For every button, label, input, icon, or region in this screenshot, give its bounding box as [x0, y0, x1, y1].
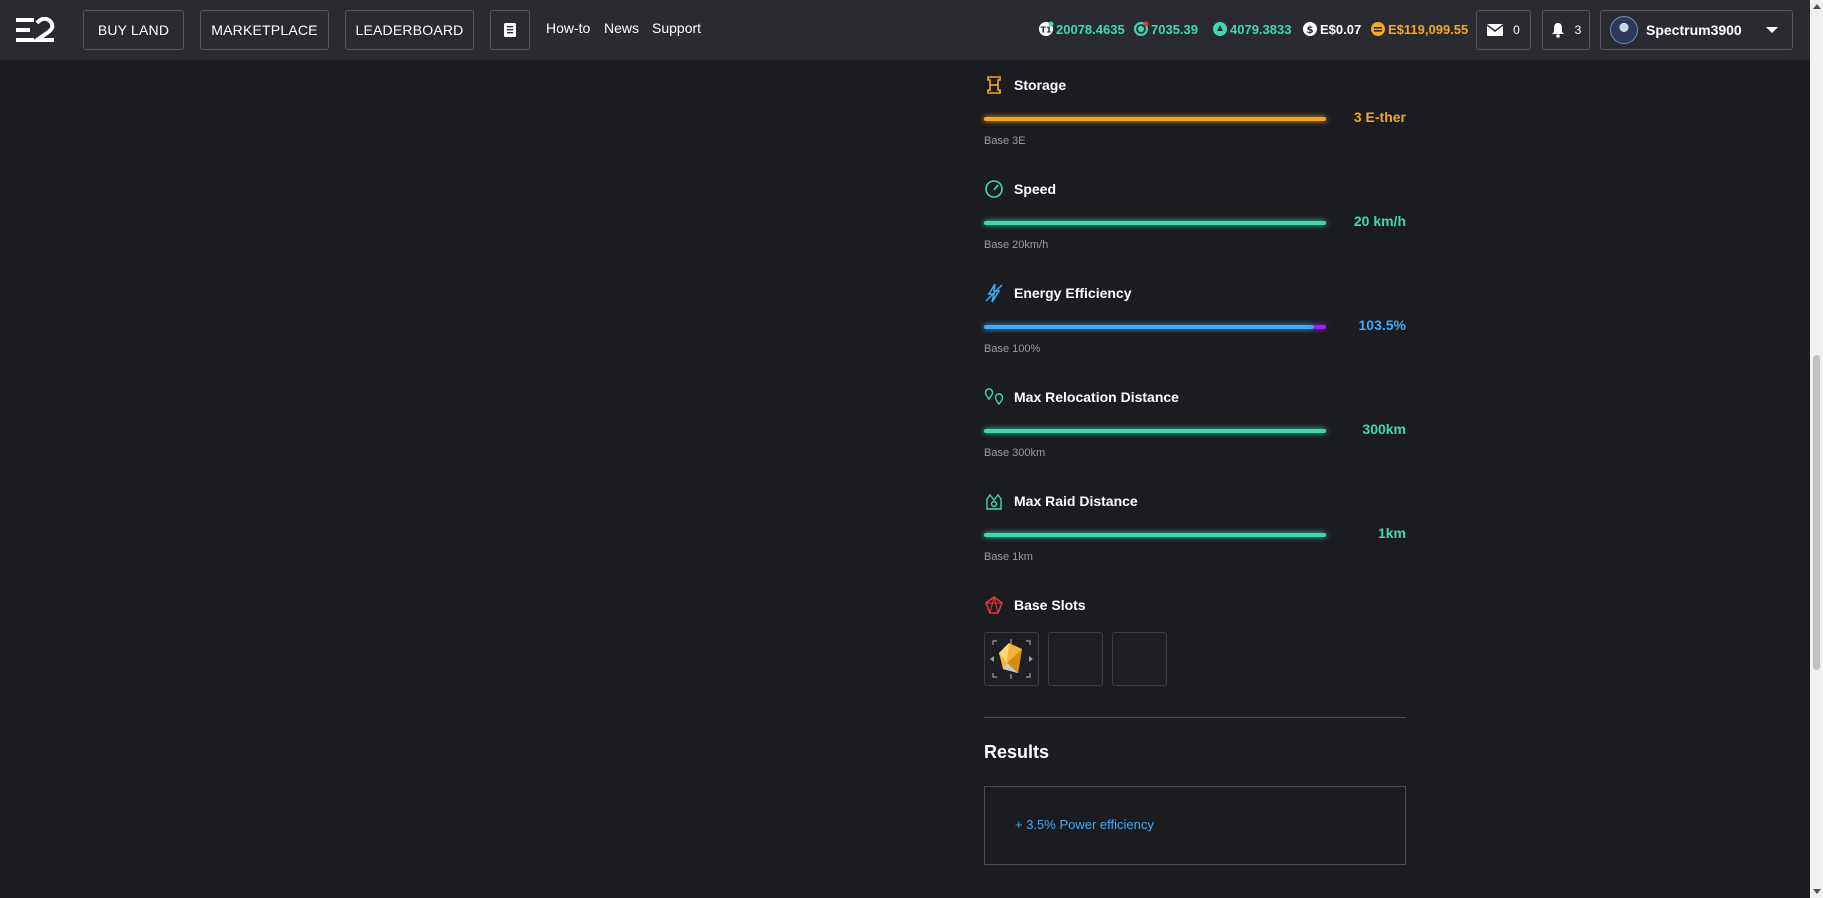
base-slot-2[interactable] — [1048, 632, 1103, 686]
location-pins-icon — [984, 388, 1004, 406]
dollar-icon: $ — [1303, 22, 1317, 36]
stat-storage: Storage 3 E-ther Base 3E — [984, 75, 1406, 155]
stat-value: 300km — [1362, 421, 1406, 437]
notifications-count: 3 — [1574, 23, 1582, 37]
stat-base: Base 100% — [984, 343, 1041, 355]
howto-link[interactable]: How-to — [546, 20, 590, 36]
essence-icon — [1134, 21, 1149, 36]
avatar — [1610, 16, 1638, 44]
stat-value: 1km — [1377, 525, 1406, 541]
crystal-item-icon — [990, 639, 1033, 679]
leaderboard-button[interactable]: LEADERBOARD — [345, 10, 474, 50]
stat-base: Base 300km — [984, 447, 1046, 459]
stat-value: 3 E-ther — [1353, 109, 1406, 125]
balance-essence-value: 7035.39 — [1151, 21, 1198, 37]
bell-icon — [1551, 23, 1564, 38]
scroll-thumb[interactable] — [1813, 355, 1820, 670]
stat-bar-fill — [984, 221, 1326, 225]
stat-base: Base 1km — [984, 551, 1033, 563]
balance-coins-value: E$119,099.55 — [1388, 21, 1469, 37]
base-slots-title: Base Slots — [1014, 597, 1086, 613]
chevron-down-icon — [1766, 27, 1778, 33]
balance-essence[interactable]: 7035.39 — [1133, 21, 1198, 37]
base-slot-3[interactable] — [1112, 632, 1167, 686]
storage-icon — [987, 76, 1001, 94]
news-link[interactable]: News — [604, 20, 639, 36]
stat-bar — [984, 429, 1326, 433]
username: Spectrum3900 — [1646, 22, 1742, 38]
mail-icon — [1487, 24, 1504, 36]
gem-icon — [985, 596, 1003, 614]
stat-title: Max Raid Distance — [1014, 493, 1138, 509]
balance-ether[interactable]: 4079.3833 — [1212, 21, 1291, 37]
balance-tiles-value: 20078.4635 — [1056, 21, 1125, 37]
speedometer-icon — [985, 180, 1003, 198]
section-divider — [984, 717, 1406, 718]
stat-energy-efficiency: Energy Efficiency 103.5% Base 100% — [984, 283, 1406, 363]
svg-text:$: $ — [1307, 25, 1314, 36]
user-menu[interactable]: Spectrum3900 — [1600, 10, 1793, 50]
stat-bar — [984, 221, 1326, 225]
result-item: + 3.5% Power efficiency — [1015, 817, 1154, 832]
top-navigation-bar: BUY LAND MARKETPLACE LEADERBOARD How-to … — [0, 0, 1810, 60]
support-link[interactable]: Support — [652, 20, 701, 36]
stat-max-relocation-distance: Max Relocation Distance 300km Base 300km — [984, 387, 1406, 467]
results-box: + 3.5% Power efficiency — [984, 786, 1406, 865]
stat-bar-bonus — [1314, 325, 1326, 329]
raid-icon — [986, 493, 1002, 510]
balance-ether-value: 4079.3833 — [1230, 21, 1292, 37]
balance-coins[interactable]: E$119,099.55 — [1370, 21, 1468, 37]
stat-title: Max Relocation Distance — [1014, 389, 1179, 405]
stat-title: Storage — [1014, 77, 1067, 93]
stat-bar — [984, 533, 1326, 537]
stat-bar-fill — [984, 325, 1314, 329]
book-icon — [504, 23, 516, 37]
tile-icon: T1 — [1039, 21, 1054, 36]
stat-bar-fill — [984, 117, 1326, 121]
journal-button[interactable] — [490, 10, 530, 50]
scroll-up-arrow[interactable] — [1813, 4, 1821, 9]
stat-bar-fill — [984, 533, 1326, 537]
coin-icon — [1371, 22, 1385, 36]
balance-cash[interactable]: $ E$0.07 — [1302, 21, 1361, 37]
stat-max-raid-distance: Max Raid Distance 1km Base 1km — [984, 491, 1406, 571]
stat-value: 20 km/h — [1353, 213, 1406, 229]
results-title: Results — [984, 742, 1050, 762]
ether-icon — [1213, 22, 1227, 36]
mail-count: 0 — [1513, 23, 1520, 37]
stat-bar — [984, 325, 1326, 329]
mail-button[interactable]: 0 — [1476, 10, 1531, 50]
base-slot-1[interactable] — [984, 632, 1039, 686]
page-scrollbar[interactable] — [1810, 0, 1823, 898]
stat-title: Energy Efficiency — [1014, 285, 1132, 301]
stat-bar-fill — [984, 429, 1326, 433]
stat-speed: Speed 20 km/h Base 20km/h — [984, 179, 1406, 259]
stat-base: Base 3E — [984, 135, 1026, 147]
lightning-icon — [985, 283, 1003, 303]
earth2-logo[interactable] — [14, 17, 56, 43]
stat-bar — [984, 117, 1326, 121]
marketplace-button[interactable]: MARKETPLACE — [200, 10, 329, 50]
balance-cash-value: E$0.07 — [1320, 21, 1362, 37]
scroll-down-arrow[interactable] — [1813, 889, 1821, 894]
buy-land-button[interactable]: BUY LAND — [83, 10, 184, 50]
stat-title: Speed — [1014, 181, 1057, 197]
svg-text:T1: T1 — [1040, 26, 1051, 35]
balance-tiles[interactable]: T1 20078.4635 — [1038, 21, 1125, 37]
notifications-button[interactable]: 3 — [1542, 10, 1590, 50]
stat-base: Base 20km/h — [984, 239, 1049, 251]
stat-value: 103.5% — [1358, 317, 1406, 333]
